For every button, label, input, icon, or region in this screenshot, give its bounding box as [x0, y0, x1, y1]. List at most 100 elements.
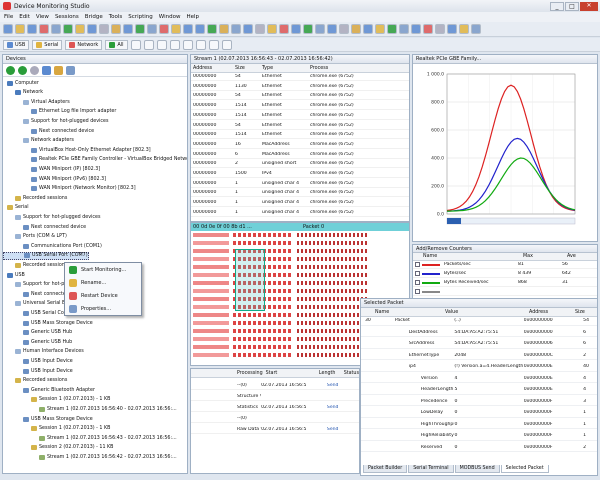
- toolbar-icon-39[interactable]: [459, 24, 469, 34]
- packet-field-row[interactable]: HighReliability 0 0x0000000F 1: [361, 432, 597, 441]
- menu-scripting[interactable]: Scripting: [128, 14, 152, 20]
- stream-row[interactable]: 00000000 54 Ethernet chrome.exe (6752): [191, 73, 409, 81]
- stream-row[interactable]: 00000000 1500 IPv4 chrome.exe (6752): [191, 170, 409, 178]
- time-scroll[interactable]: [446, 217, 576, 225]
- stream-row[interactable]: 00000000 2 unsigned short chrome.exe (6752): [191, 160, 409, 169]
- col-size-header2[interactable]: Size: [547, 310, 585, 315]
- toolbar-icon-28[interactable]: [327, 24, 337, 34]
- packet-field-row[interactable]: HeaderLength 5 0x0000000E 4: [361, 386, 597, 395]
- toolbar-icon-6[interactable]: [63, 24, 73, 34]
- refresh-icon[interactable]: [42, 65, 51, 75]
- counter-name-header[interactable]: Name: [423, 254, 523, 259]
- view-icon-4[interactable]: [169, 39, 180, 50]
- toolbar-icon-22[interactable]: [255, 24, 265, 34]
- toolbar-icon-3[interactable]: [27, 24, 37, 34]
- toolbar-icon-26[interactable]: [303, 24, 313, 34]
- toolbar-icon-4[interactable]: [39, 24, 49, 34]
- col-address-header[interactable]: Address: [191, 66, 235, 71]
- menu-restart-device[interactable]: Restart Device: [65, 289, 141, 302]
- toolbar-icon-15[interactable]: [171, 24, 181, 34]
- tab-modbus-send[interactable]: MODBUS Send: [454, 465, 500, 473]
- packet-field-row[interactable]: Reserved 0 0x0000000F 2: [361, 444, 597, 452]
- toolbar-icon-35[interactable]: [411, 24, 421, 34]
- toolbar-icon-25[interactable]: [291, 24, 301, 34]
- col-value-header[interactable]: Value: [401, 310, 471, 315]
- menu-properties[interactable]: Properties...: [65, 302, 141, 315]
- tree-item[interactable]: Generic USB Hub: [3, 338, 72, 346]
- toolbar-icon-24[interactable]: [279, 24, 289, 34]
- menu-edit[interactable]: Edit: [19, 14, 30, 20]
- view-icon-7[interactable]: [208, 39, 219, 50]
- tree-item[interactable]: USB: [3, 271, 25, 279]
- tree-item[interactable]: Session 2 (02.07.2013) - 11 KB: [3, 444, 113, 452]
- packet-field-row[interactable]: LowDelay 0 0x0000000F 1: [361, 409, 597, 418]
- start-monitoring-icon[interactable]: [6, 65, 15, 75]
- view-icon-3[interactable]: [156, 39, 167, 50]
- tree-item[interactable]: Recorded sessions: [3, 194, 67, 202]
- view-icon-5[interactable]: [182, 39, 193, 50]
- counter-checkbox[interactable]: [415, 289, 420, 294]
- tree-item[interactable]: Virtual Adapters: [3, 98, 70, 106]
- minimize-button[interactable]: _: [550, 1, 564, 11]
- toolbar-icon-21[interactable]: [243, 24, 253, 34]
- menu-bridge[interactable]: Bridge: [85, 14, 103, 20]
- menu-help[interactable]: Help: [186, 14, 199, 20]
- stream-row[interactable]: 00000000 1 unsigned char 4 chrome.exe (6752…: [191, 189, 409, 198]
- tree-item[interactable]: Session 1 (02.07.2013) - 1 KB: [3, 396, 110, 404]
- tree-item[interactable]: VirtualBox Host-Only Ethernet Adapter [8…: [3, 146, 151, 154]
- stream-row[interactable]: 00000000 54 Ethernet chrome.exe (6752): [191, 122, 409, 130]
- toolbar-icon-18[interactable]: [207, 24, 217, 34]
- counter-max-header[interactable]: Max: [523, 254, 567, 259]
- view-icon-1[interactable]: [130, 39, 141, 50]
- packet-field-row[interactable]: SrcAddress 54:DA:A5:A2:75:51 0x00000006 6: [361, 340, 597, 349]
- settings-icon[interactable]: [54, 65, 63, 75]
- tree-item[interactable]: USB Input Device: [3, 357, 73, 365]
- counter-avg-header[interactable]: Ave: [567, 254, 576, 259]
- counter-checkbox[interactable]: [415, 262, 420, 267]
- packet-field-row[interactable]: EthernetType 2048 0x0000000C 2: [361, 352, 597, 360]
- toolbar-icon-11[interactable]: [123, 24, 133, 34]
- toolbar-icon-31[interactable]: [363, 24, 373, 34]
- menu-rename[interactable]: Rename...: [65, 276, 141, 289]
- toolbar-icon-20[interactable]: [231, 24, 241, 34]
- toolbar-icon-8[interactable]: [87, 24, 97, 34]
- tree-item[interactable]: Human Interface Devices: [3, 348, 84, 356]
- toolbar-icon-37[interactable]: [435, 24, 445, 34]
- toolbar-icon-2[interactable]: [15, 24, 25, 34]
- toolbar-icon-17[interactable]: [195, 24, 205, 34]
- col-size-header[interactable]: Size: [235, 66, 262, 71]
- counter-checkbox[interactable]: [415, 280, 420, 285]
- tree-item[interactable]: Next connected device: [3, 127, 94, 135]
- toolbar-icon-1[interactable]: [3, 24, 13, 34]
- counter-checkbox[interactable]: [415, 271, 420, 276]
- tree-item[interactable]: Next connected device: [3, 223, 86, 231]
- tree-item[interactable]: Serial: [3, 204, 29, 212]
- tree-item[interactable]: Support for hot-plugged devices: [3, 117, 108, 125]
- toolbar-icon-30[interactable]: [351, 24, 361, 34]
- col-type-header[interactable]: Type: [262, 66, 310, 71]
- tree-item[interactable]: Ethernet Log file Import adapter: [3, 108, 116, 116]
- view-icon-6[interactable]: [195, 39, 206, 50]
- packet-field-row[interactable]: ip4 (!) Version.a=4.HeaderLength 0x0000000…: [361, 363, 597, 372]
- packet-field-row[interactable]: Version 4 0x0000000E 4: [361, 375, 597, 383]
- play-icon[interactable]: [18, 65, 27, 75]
- close-button[interactable]: ✕: [580, 1, 598, 11]
- tree-item[interactable]: Stream 1 (02.07.2013 16:56:42 - 02.07.20…: [3, 453, 177, 461]
- stream-row[interactable]: 00000000 6 MacAddress chrome.exe (6752): [191, 151, 409, 159]
- time-scroll-thumb[interactable]: [447, 218, 461, 224]
- packet-field-row[interactable]: Precedence 0 0x0000000F 3: [361, 398, 597, 406]
- toolbar-icon-12[interactable]: [135, 24, 145, 34]
- toolbar-icon-33[interactable]: [387, 24, 397, 34]
- maximize-button[interactable]: □: [565, 1, 579, 11]
- tab-packet-builder[interactable]: Packet Builder: [363, 465, 408, 473]
- request-row[interactable]: --(0) 02.07.2013 16:56:50.6 Send: [191, 382, 359, 390]
- col-process-header[interactable]: Process: [310, 66, 362, 71]
- menu-file[interactable]: File: [4, 14, 13, 20]
- tree-item[interactable]: Generic USB Hub: [3, 329, 72, 337]
- menu-start-monitoring[interactable]: Start Monitoring...: [65, 263, 141, 276]
- request-row[interactable]: Structure View: [191, 393, 359, 401]
- col-processing-header[interactable]: Processing: [237, 371, 266, 376]
- stream-tab[interactable]: Stream 1 (02.07.2013 16:56:43 - 02.07.20…: [191, 55, 409, 64]
- export-icon[interactable]: [66, 65, 75, 75]
- menu-tools[interactable]: Tools: [109, 14, 123, 20]
